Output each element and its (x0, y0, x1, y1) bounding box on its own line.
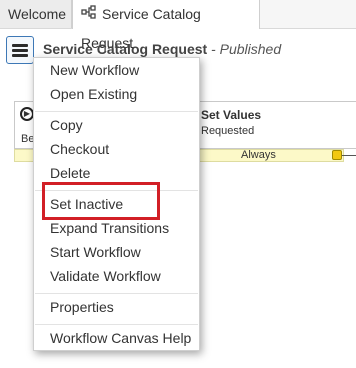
hamburger-menu-button[interactable] (6, 36, 34, 64)
hamburger-icon-bar (12, 54, 28, 57)
menu-item-new-workflow[interactable]: New Workflow (50, 62, 139, 78)
workflow-actions-menu: New Workflow Open Existing Copy Checkout… (33, 57, 200, 351)
set-values-activity[interactable]: Set Values Requested (196, 101, 356, 149)
hamburger-icon-bar (12, 49, 28, 52)
workflow-icon (81, 1, 97, 29)
workflow-status: - Published (207, 41, 282, 57)
tab-welcome[interactable]: Welcome (0, 0, 72, 28)
menu-item-open-existing[interactable]: Open Existing (50, 86, 137, 102)
menu-item-start-workflow[interactable]: Start Workflow (50, 244, 141, 260)
tab-service-catalog-request[interactable]: Service Catalog Request (72, 0, 260, 51)
menu-separator (35, 293, 198, 294)
menu-item-checkout[interactable]: Checkout (50, 141, 109, 157)
menu-item-workflow-canvas-help[interactable]: Workflow Canvas Help (50, 330, 191, 346)
workflow-title: Service Catalog Request - Published (43, 41, 281, 57)
condition-label: Always (241, 149, 276, 161)
menu-item-delete[interactable]: Delete (50, 165, 90, 181)
menu-item-expand-transitions[interactable]: Expand Transitions (50, 220, 169, 236)
tab-bar: Welcome Service Catalog Request (0, 0, 356, 51)
menu-item-validate-workflow[interactable]: Validate Workflow (50, 268, 161, 284)
hamburger-icon (12, 44, 28, 47)
play-icon: ▶ (20, 107, 34, 121)
highlight-box (42, 182, 160, 220)
set-values-subtitle: Requested (201, 125, 255, 137)
menu-item-properties[interactable]: Properties (50, 299, 114, 315)
set-values-title: Set Values (201, 108, 262, 122)
transition-line (342, 155, 356, 156)
condition-port[interactable] (332, 150, 342, 160)
workflow-name: Service Catalog Request (43, 41, 208, 57)
menu-item-copy[interactable]: Copy (50, 117, 83, 133)
menu-separator (35, 324, 198, 325)
menu-separator (35, 111, 198, 112)
